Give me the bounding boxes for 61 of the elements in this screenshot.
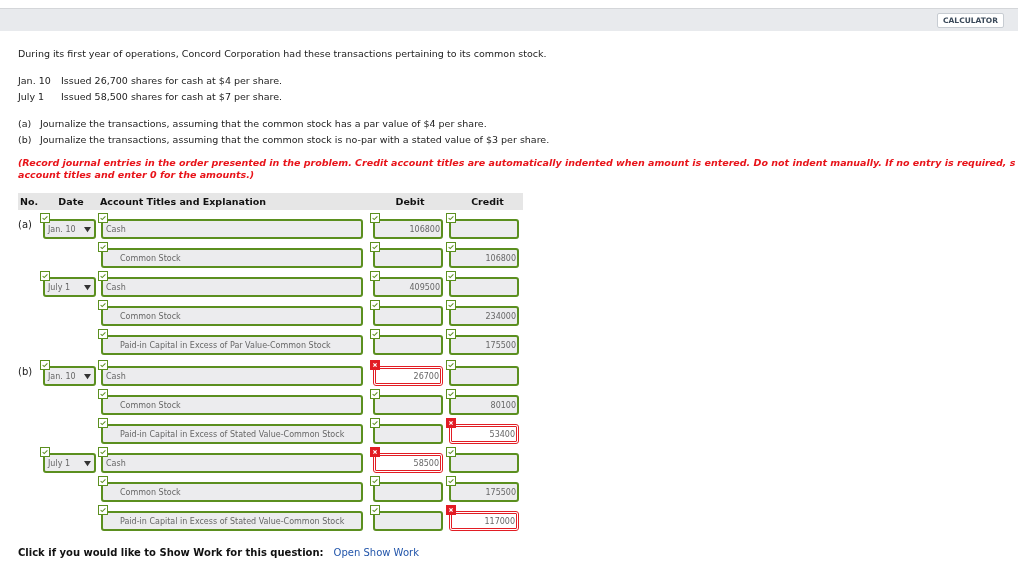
debit-field[interactable]: 26700	[373, 366, 443, 386]
debit-field[interactable]	[373, 306, 443, 326]
credit-field[interactable]: 53400	[449, 424, 519, 444]
date-dropdown[interactable]: July 1	[43, 277, 96, 297]
debit-field[interactable]	[373, 395, 443, 415]
show-work-prompt: Click if you would like to Show Work for this question:	[18, 547, 324, 558]
account-field[interactable]: Cash	[101, 453, 363, 473]
instruction-text: (Record journal entries in the order presented in the problem. Credit account titles are automatically indented when amount is entered. Do not indent manually. If no entry is required, s	[18, 157, 1017, 169]
task-text: Journalize the transactions, assuming that the common stock has a par value of $4 per share.	[40, 117, 487, 129]
instruction-text: account titles and enter 0 for the amounts.)	[18, 169, 256, 181]
column-header: No.	[19, 196, 40, 207]
debit-field[interactable]	[373, 248, 443, 268]
account-field[interactable]: Common Stock	[101, 395, 363, 415]
caret-icon	[84, 372, 91, 380]
credit-field[interactable]: 106800	[449, 248, 519, 268]
credit-field[interactable]	[449, 366, 519, 386]
task-text: Journalize the transactions, assuming that the common stock is no-par with a stated value of $3 per share.	[40, 133, 550, 145]
date-dropdown[interactable]: Jan. 10	[43, 219, 96, 239]
debit-field[interactable]: 58500	[373, 453, 443, 473]
debit-field[interactable]	[373, 335, 443, 355]
credit-field[interactable]: 175500	[449, 482, 519, 502]
transaction-text: Issued 58,500 shares for cash at $7 per share.	[61, 90, 283, 102]
caret-icon	[84, 225, 91, 233]
column-header: Date	[57, 196, 85, 207]
debit-field[interactable]	[373, 482, 443, 502]
credit-field[interactable]: 234000	[449, 306, 519, 326]
debit-field[interactable]: 106800	[373, 219, 443, 239]
column-header: Credit	[470, 196, 505, 207]
debit-field[interactable]	[373, 424, 443, 444]
credit-field[interactable]	[449, 219, 519, 239]
credit-field[interactable]	[449, 453, 519, 473]
transaction-text: Issued 26,700 shares for cash at $4 per share.	[61, 74, 283, 86]
column-header: Debit	[394, 196, 426, 207]
account-field[interactable]: Cash	[101, 366, 363, 386]
part-label: (b)	[18, 366, 34, 379]
account-field[interactable]: Common Stock	[101, 248, 363, 268]
problem-text: During its first year of operations, Concord Corporation had these transactions pertaining to its common stock.	[18, 48, 548, 59]
task-label: (b)	[18, 133, 33, 145]
account-field[interactable]: Paid-in Capital in Excess of Stated Value-Common Stock	[101, 511, 363, 531]
debit-field[interactable]	[373, 511, 443, 531]
account-field[interactable]: Paid-in Capital in Excess of Par Value-Common Stock	[101, 335, 363, 355]
account-field[interactable]: Cash	[101, 277, 363, 297]
part-label: (a)	[18, 219, 33, 232]
show-work-link[interactable]: Open Show Work	[333, 547, 419, 558]
credit-field[interactable]	[449, 277, 519, 297]
credit-field[interactable]: 175500	[449, 335, 519, 355]
task-label: (a)	[18, 117, 33, 129]
credit-field[interactable]: 80100	[449, 395, 519, 415]
date-dropdown[interactable]: July 1	[43, 453, 96, 473]
debit-field[interactable]: 409500	[373, 277, 443, 297]
column-header: Account Titles and Explanation	[100, 196, 268, 207]
account-field[interactable]: Common Stock	[101, 306, 363, 326]
transaction-date: July 1	[18, 90, 46, 102]
account-field[interactable]: Paid-in Capital in Excess of Stated Value-Common Stock	[101, 424, 363, 444]
caret-icon	[84, 283, 91, 291]
credit-field[interactable]: 117000	[449, 511, 519, 531]
transaction-date: Jan. 10	[18, 74, 52, 86]
caret-icon	[84, 459, 91, 467]
account-field[interactable]: Cash	[101, 219, 363, 239]
date-dropdown[interactable]: Jan. 10	[43, 366, 96, 386]
account-field[interactable]: Common Stock	[101, 482, 363, 502]
